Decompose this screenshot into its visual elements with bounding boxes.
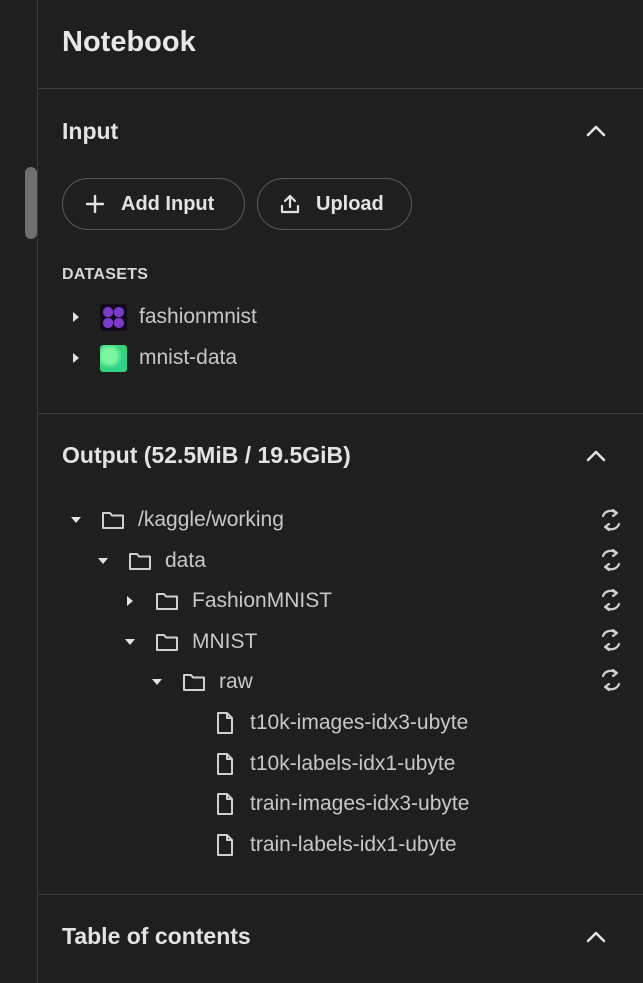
- caret-right-icon[interactable]: [68, 350, 84, 366]
- panel-title: Notebook: [62, 26, 196, 58]
- file-icon: [217, 793, 233, 815]
- refresh-icon[interactable]: [598, 667, 624, 693]
- folder-name: FashionMNIST: [192, 589, 333, 612]
- tree-file-t10k-labels[interactable]: t10k-labels-idx1-ubyte: [212, 748, 455, 780]
- chevron-up-icon[interactable]: [584, 444, 608, 468]
- file-name: t10k-images-idx3-ubyte: [250, 711, 469, 734]
- file-icon: [217, 712, 233, 734]
- add-input-label: Add Input: [121, 192, 215, 215]
- folder-name: /kaggle/working: [138, 508, 284, 531]
- dataset-name: fashionmnist: [139, 305, 257, 328]
- chevron-up-icon[interactable]: [584, 925, 608, 949]
- tree-folder-fashionmnist[interactable]: FashionMNIST: [122, 585, 332, 617]
- fashionmnist-thumbnail: [100, 303, 127, 331]
- folder-icon: [156, 634, 178, 651]
- file-name: train-images-idx3-ubyte: [250, 792, 470, 815]
- tree-folder-raw[interactable]: raw: [149, 666, 253, 698]
- caret-right-icon[interactable]: [122, 593, 138, 609]
- tree-folder-kaggle-working[interactable]: /kaggle/working: [68, 504, 284, 536]
- refresh-icon[interactable]: [598, 507, 624, 533]
- folder-name: data: [165, 549, 206, 572]
- scrollbar-thumb[interactable]: [25, 167, 37, 239]
- refresh-icon[interactable]: [598, 587, 624, 613]
- file-icon: [217, 753, 233, 775]
- caret-down-icon[interactable]: [122, 634, 138, 650]
- output-section: Output (52.5MiB / 19.5GiB) /kaggle/worki…: [38, 414, 643, 895]
- caret-down-icon[interactable]: [68, 512, 84, 528]
- folder-icon: [183, 674, 205, 691]
- tree-file-train-images[interactable]: train-images-idx3-ubyte: [212, 788, 469, 820]
- panel-title-bar: Notebook: [38, 0, 643, 89]
- folder-icon: [129, 553, 151, 570]
- dataset-item-mnist-data[interactable]: mnist-data: [68, 342, 237, 374]
- tree-file-t10k-images[interactable]: t10k-images-idx3-ubyte: [212, 707, 468, 739]
- tree-file-train-labels[interactable]: train-labels-idx1-ubyte: [212, 829, 457, 861]
- input-section-title[interactable]: Input: [62, 118, 118, 145]
- tree-folder-data[interactable]: data: [95, 545, 206, 577]
- folder-name: raw: [219, 670, 253, 693]
- caret-right-icon[interactable]: [68, 309, 84, 325]
- chevron-up-icon[interactable]: [584, 119, 608, 143]
- file-icon: [217, 834, 233, 856]
- input-section: Input Add Input Upload DATASETS fashionm…: [38, 89, 643, 414]
- mnist-data-thumbnail: [100, 344, 127, 372]
- toc-section: Table of contents: [38, 895, 643, 983]
- notebook-side-panel: Notebook Input Add Input Upload DATASETS: [38, 0, 643, 983]
- folder-icon: [102, 512, 124, 529]
- refresh-icon[interactable]: [598, 627, 624, 653]
- folder-icon: [156, 593, 178, 610]
- output-section-title[interactable]: Output (52.5MiB / 19.5GiB): [62, 442, 351, 469]
- dataset-name: mnist-data: [139, 346, 238, 369]
- add-input-button[interactable]: Add Input: [62, 178, 245, 230]
- upload-label: Upload: [316, 192, 384, 215]
- tree-folder-mnist[interactable]: MNIST: [122, 626, 257, 658]
- upload-icon: [280, 194, 300, 214]
- file-name: t10k-labels-idx1-ubyte: [250, 752, 456, 775]
- datasets-heading: DATASETS: [62, 266, 149, 283]
- left-gutter: [0, 0, 38, 983]
- refresh-icon[interactable]: [598, 547, 624, 573]
- caret-down-icon[interactable]: [149, 674, 165, 690]
- upload-button[interactable]: Upload: [257, 178, 412, 230]
- caret-down-icon[interactable]: [95, 553, 111, 569]
- toc-section-title[interactable]: Table of contents: [62, 923, 251, 950]
- plus-icon: [85, 194, 105, 214]
- dataset-item-fashionmnist[interactable]: fashionmnist: [68, 301, 257, 333]
- file-name: train-labels-idx1-ubyte: [250, 833, 457, 856]
- folder-name: MNIST: [192, 630, 258, 653]
